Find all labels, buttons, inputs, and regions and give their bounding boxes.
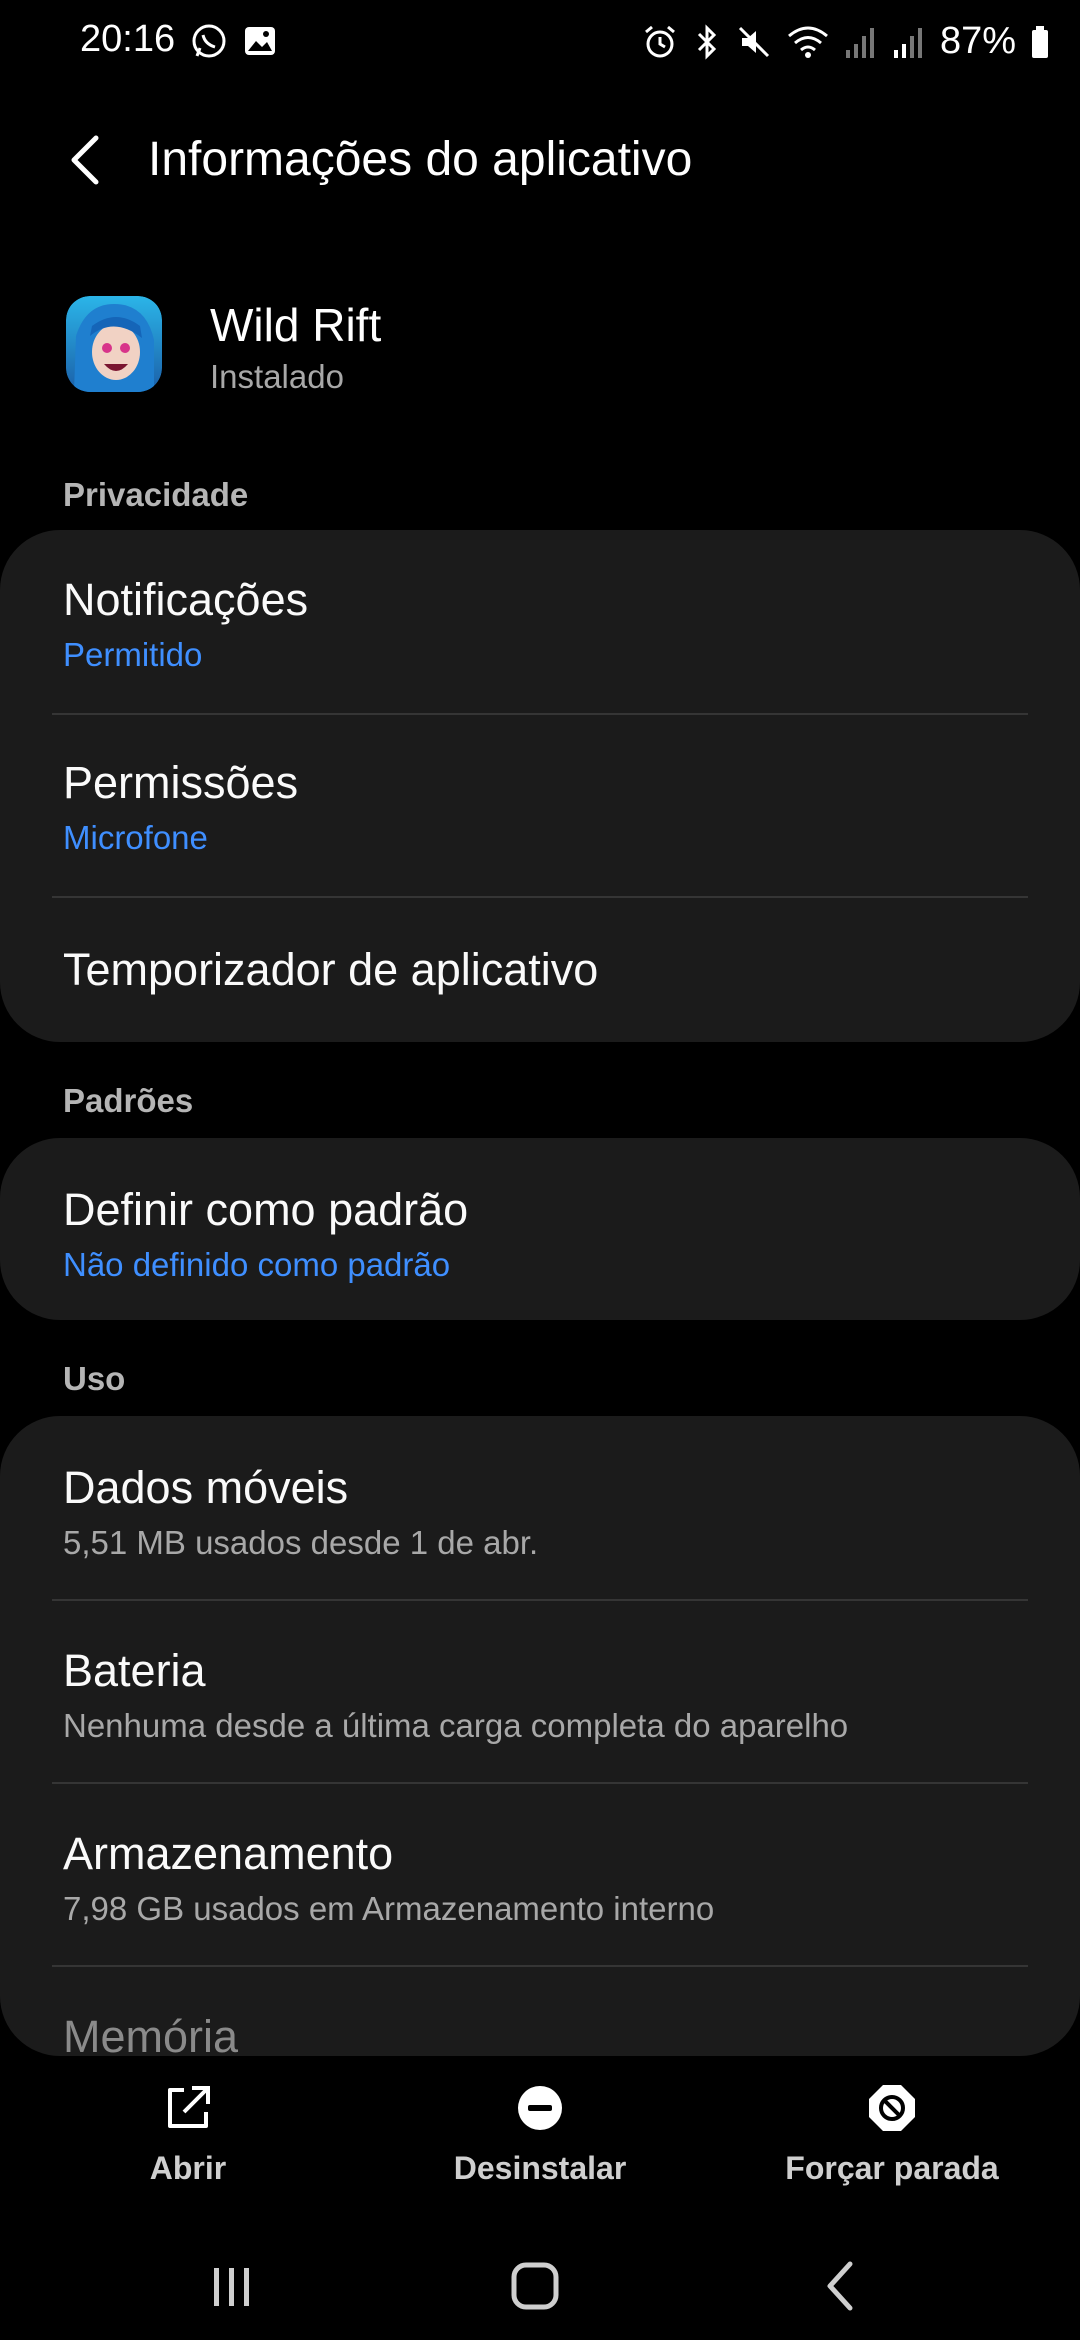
- item-title: Permissões: [63, 757, 299, 808]
- app-timer-item[interactable]: Temporizador de aplicativo: [0, 898, 1080, 1042]
- storage-item[interactable]: Armazenamento 7,98 GB usados em Armazena…: [0, 1784, 1080, 1966]
- action-label: Abrir: [149, 2150, 227, 2186]
- uninstall-button[interactable]: Desinstalar: [390, 2056, 690, 2216]
- section-label-usage: Uso: [63, 1360, 126, 1397]
- notifications-item[interactable]: Notificações Permitido: [0, 530, 1080, 714]
- whatsapp-icon: [190, 22, 228, 60]
- item-subtitle: Não definido como padrão: [63, 1246, 451, 1283]
- action-label: Forçar parada: [785, 2150, 999, 2186]
- status-time: 20:16: [80, 18, 176, 60]
- alarm-icon: [642, 24, 678, 60]
- app-install-status: Instalado: [210, 358, 344, 395]
- signal-icon: [844, 24, 878, 60]
- item-title: Notificações: [63, 574, 309, 625]
- item-title: Bateria: [63, 1645, 206, 1696]
- permissions-item[interactable]: Permissões Microfone: [0, 715, 1080, 897]
- set-as-default-item[interactable]: Definir como padrão Não definido como pa…: [0, 1138, 1080, 1320]
- app-name: Wild Rift: [210, 299, 382, 351]
- section-label-privacy: Privacidade: [63, 476, 249, 513]
- force-stop-button[interactable]: Forçar parada: [742, 2056, 1042, 2216]
- privacy-card: Notificações Permitido Permissões Microf…: [0, 530, 1080, 1042]
- defaults-card: Definir como padrão Não definido como pa…: [0, 1138, 1080, 1320]
- page-title: Informações do aplicativo: [148, 133, 693, 186]
- gallery-icon: [242, 22, 278, 60]
- item-title: Definir como padrão: [63, 1184, 469, 1235]
- section-label-defaults: Padrões: [63, 1082, 194, 1119]
- item-title: Memória: [63, 2011, 239, 2056]
- recent-apps-button[interactable]: [192, 2250, 272, 2320]
- minus-circle-icon: [512, 2080, 568, 2136]
- status-bar: 20:16 87%: [0, 0, 1080, 84]
- item-subtitle: 5,51 MB usados desde 1 de abr.: [63, 1524, 539, 1561]
- item-title: Armazenamento: [63, 1828, 394, 1879]
- bottom-action-bar: Abrir Desinstalar Forçar parada: [0, 2056, 1080, 2216]
- signal-icon-2: [892, 24, 926, 60]
- home-icon: [511, 2262, 559, 2310]
- action-label: Desinstalar: [453, 2150, 627, 2186]
- mute-icon: [736, 24, 772, 60]
- item-title: Dados móveis: [63, 1462, 349, 1513]
- recents-icon: [214, 2268, 249, 2306]
- memory-item[interactable]: Memória: [0, 1967, 1080, 2056]
- back-chevron-icon: [827, 2261, 853, 2311]
- item-title: Temporizador de aplicativo: [63, 944, 599, 995]
- chevron-left-icon: [71, 135, 99, 185]
- app-bar: Informações do aplicativo: [0, 110, 1080, 210]
- app-icon: [66, 296, 162, 392]
- battery-percentage: 87%: [939, 20, 1016, 62]
- battery-item[interactable]: Bateria Nenhuma desde a última carga com…: [0, 1601, 1080, 1783]
- system-navigation-bar: [0, 2230, 1080, 2340]
- bluetooth-icon: [692, 23, 722, 60]
- item-subtitle: Nenhuma desde a última carga completa do…: [63, 1707, 849, 1744]
- battery-icon: [1030, 24, 1050, 60]
- usage-card: Dados móveis 5,51 MB usados desde 1 de a…: [0, 1416, 1080, 2056]
- item-subtitle: Microfone: [63, 819, 208, 856]
- open-button[interactable]: Abrir: [38, 2056, 338, 2216]
- wifi-icon: [786, 24, 830, 60]
- back-nav-button[interactable]: [800, 2250, 880, 2320]
- mobile-data-item[interactable]: Dados móveis 5,51 MB usados desde 1 de a…: [0, 1416, 1080, 1599]
- home-button[interactable]: [496, 2250, 576, 2320]
- item-subtitle: 7,98 GB usados em Armazenamento interno: [63, 1890, 715, 1927]
- open-external-icon: [160, 2080, 216, 2136]
- stop-octagon-icon: [864, 2080, 920, 2136]
- item-subtitle: Permitido: [63, 636, 203, 673]
- back-button[interactable]: [56, 128, 120, 192]
